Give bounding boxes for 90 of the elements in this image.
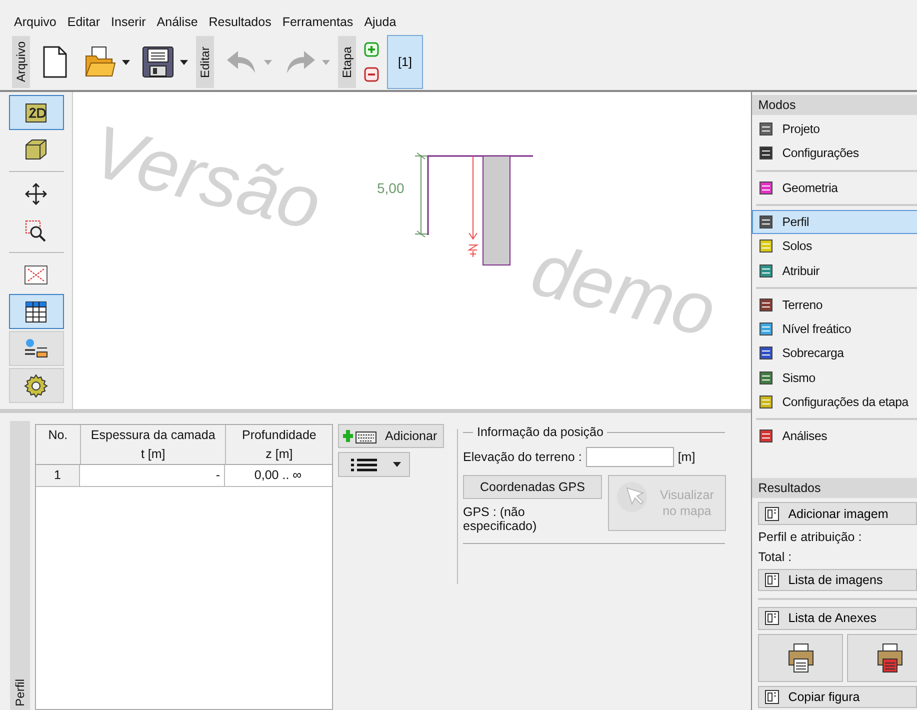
printer-icon — [788, 642, 814, 673]
toolbar-group-label: Editar — [196, 36, 214, 88]
mode-item[interactable]: Perfil — [752, 210, 917, 234]
row-number: 1 — [36, 465, 80, 486]
open-folder-icon[interactable] — [84, 46, 116, 78]
menu-item[interactable]: Arquivo — [14, 15, 56, 29]
add-stage-icon[interactable] — [364, 42, 379, 57]
section-header: Resultados — [752, 478, 917, 498]
menu-item[interactable]: Ajuda — [364, 15, 396, 29]
mode-item[interactable]: Configurações — [752, 141, 917, 166]
result-button[interactable]: Lista de imagens — [758, 568, 917, 592]
image-list-icon — [765, 611, 780, 626]
caret-icon — [393, 462, 401, 467]
remove-stage-icon[interactable] — [364, 67, 379, 82]
mode-item[interactable]: Nível freático — [752, 316, 917, 342]
view-2d-icon — [25, 102, 47, 122]
side-tab[interactable]: Perfil — [10, 421, 30, 710]
view-tool-button[interactable] — [8, 331, 64, 366]
save-icon[interactable] — [142, 46, 174, 78]
add-button[interactable]: Adicionar — [338, 424, 444, 448]
mode-icon — [759, 239, 774, 254]
move-arrows-icon — [25, 182, 47, 204]
settings-icon — [24, 374, 48, 398]
mode-item[interactable]: Solos — [752, 234, 917, 258]
legend-icon — [24, 338, 48, 360]
dimension-label: 5,00 — [377, 180, 404, 196]
group-title: Informação da posição — [477, 425, 604, 439]
toolbar-group-label: Arquivo — [12, 36, 30, 88]
elevation-field[interactable] — [586, 447, 674, 467]
printer-icon — [876, 642, 903, 673]
result-button[interactable]: Copiar figura — [758, 686, 917, 708]
list-dropdown-button[interactable] — [338, 452, 410, 477]
caret-icon[interactable] — [180, 60, 188, 64]
fit-view-icon — [24, 264, 48, 284]
new-document-icon[interactable] — [42, 46, 68, 78]
mode-item[interactable]: Sismo — [752, 366, 917, 390]
mode-icon — [759, 298, 774, 312]
column-header: No. — [36, 425, 81, 464]
list-icon — [351, 458, 377, 472]
mode-item[interactable]: Análises — [752, 424, 917, 448]
mode-item[interactable]: Projeto — [752, 117, 917, 142]
print-button[interactable] — [758, 634, 844, 682]
image-list-icon — [765, 506, 780, 521]
view-tool-button[interactable] — [8, 294, 64, 329]
print-button[interactable] — [847, 634, 917, 682]
mode-icon — [759, 370, 774, 385]
result-button[interactable]: Adicionar imagem — [758, 502, 917, 525]
menu-item[interactable]: Inserir — [111, 15, 146, 29]
menu-item[interactable]: Resultados — [208, 15, 272, 29]
mode-icon — [759, 122, 774, 136]
menu-item[interactable]: Editar — [67, 15, 100, 29]
result-label: Perfil e atribuição : — [757, 528, 863, 546]
mode-item[interactable]: Atribuir — [752, 258, 917, 283]
mode-icon — [759, 346, 774, 360]
field-label: Elevação do terreno : — [463, 450, 582, 464]
image-list-icon — [765, 690, 780, 704]
mode-item[interactable]: Terreno — [752, 292, 917, 317]
menu-item[interactable]: Análise — [156, 15, 198, 29]
result-label: Total : — [757, 548, 793, 566]
image-list-icon — [765, 573, 780, 588]
view-3d-cube-icon — [24, 138, 48, 160]
globe-icon — [614, 480, 649, 514]
mode-item[interactable]: Configurações da etapa — [752, 390, 917, 414]
view-tool-button[interactable] — [8, 368, 64, 403]
table-icon — [25, 300, 47, 322]
mode-icon — [759, 264, 774, 278]
column-header: Espessura da camada t [m] — [80, 425, 226, 464]
mode-item[interactable]: Sobrecarga — [752, 341, 917, 366]
mode-icon — [759, 322, 774, 336]
mode-icon — [759, 180, 774, 195]
mode-icon — [759, 395, 774, 410]
table-cell-text: 0,00 .. ∞ — [253, 467, 303, 484]
unit-label: [m] — [678, 450, 696, 464]
menu-item[interactable]: Ferramentas — [282, 15, 354, 29]
column-header: Profundidade z [m] — [240, 427, 318, 463]
mode-icon — [759, 429, 774, 444]
caret-icon[interactable] — [122, 60, 130, 64]
toolbar-group-label: Etapa — [338, 36, 356, 88]
gps-status: GPS : (não especificado) — [463, 505, 538, 533]
section-header: Modos — [752, 95, 917, 115]
result-button[interactable]: Lista de Anexes — [758, 607, 917, 630]
table-cell: - — [80, 465, 225, 486]
zoom-icon — [25, 220, 47, 242]
mode-item[interactable]: Geometria — [752, 176, 917, 200]
mode-icon — [759, 146, 774, 160]
view-tool-button[interactable] — [8, 95, 64, 130]
stage-button[interactable]: [1] — [387, 35, 423, 89]
mode-icon — [759, 214, 774, 229]
add-keyboard-icon — [343, 428, 377, 444]
gps-button[interactable]: Coordenadas GPS — [463, 475, 602, 499]
